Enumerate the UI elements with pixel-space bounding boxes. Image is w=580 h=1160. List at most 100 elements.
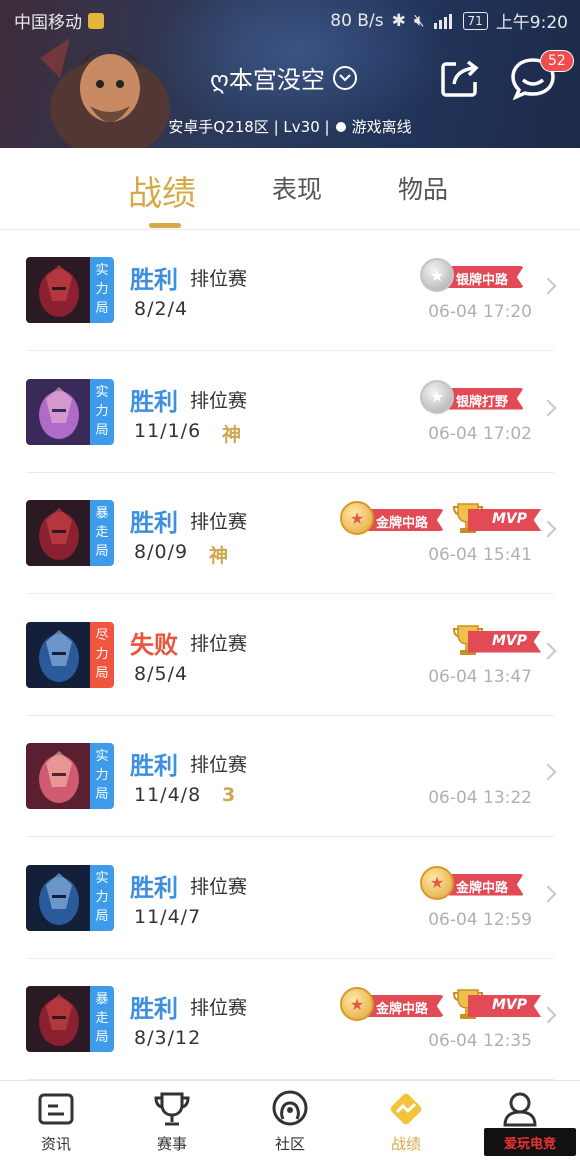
match-kda: 11/4/7	[134, 905, 202, 928]
player-name-switcher[interactable]: ღ本宫没空	[210, 60, 357, 95]
signal-icon	[433, 13, 452, 29]
nav-events-label: 赛事	[156, 1135, 187, 1153]
server-info-line: 安卓手Q218区 | Lv30 | 游戏离线	[0, 116, 580, 137]
news-icon	[38, 1093, 74, 1125]
community-icon	[272, 1090, 308, 1126]
nav-records-label: 战绩	[390, 1135, 421, 1153]
mvp-label: MVP	[468, 509, 542, 531]
match-result: 胜利	[130, 995, 178, 1023]
hero-avatar	[26, 743, 92, 809]
mvp-badge: MVP	[452, 987, 542, 1023]
player-name: ღ本宫没空	[210, 66, 325, 94]
match-list: 实力局胜利 排位赛 8/2/4 银牌中路 ★ 06-04 17:20 实力局胜利 排位…	[0, 230, 580, 1080]
match-datetime: 06-04 17:20	[428, 302, 532, 322]
app-notification-icon	[88, 12, 104, 29]
hero-avatar	[26, 864, 92, 931]
tab-items[interactable]: 物品	[398, 170, 448, 206]
honor-mark: 神	[222, 423, 242, 446]
match-mode-tag: 实力局	[90, 257, 114, 323]
hero-avatar	[26, 257, 92, 323]
nav-news-label: 资讯	[40, 1135, 71, 1153]
honor-mark: 3	[222, 784, 236, 806]
match-mode-tag: 暴走局	[90, 986, 114, 1052]
match-mode-tag: 实力局	[90, 864, 114, 931]
nav-profile[interactable]	[480, 1089, 560, 1133]
match-row[interactable]: 实力局胜利 排位赛 11/4/8 3 06-04 13:22	[0, 716, 580, 837]
profile-header: 中国移动 80 B/s ✱ 🔇︎ 71 上午9:20 ღ本宫没空 52 安卓手Q…	[0, 0, 580, 148]
online-status: 游戏离线	[351, 118, 412, 136]
match-datetime: 06-04 12:35	[428, 1031, 532, 1051]
match-mode-tag: 实力局	[90, 378, 114, 445]
nav-records[interactable]: 战绩	[366, 1089, 446, 1154]
medal-star-icon: ★	[340, 987, 374, 1021]
chevron-right-icon	[539, 399, 557, 416]
match-result: 胜利	[130, 387, 178, 416]
nav-news[interactable]: 资讯	[16, 1089, 96, 1154]
match-kda: 8/3/12	[134, 1027, 202, 1049]
match-datetime: 06-04 13:22	[428, 788, 532, 808]
mvp-badge: MVP	[452, 623, 542, 659]
match-mode-tag: 尽力局	[90, 621, 114, 688]
match-result: 失败	[130, 630, 178, 659]
record-icon	[390, 1093, 422, 1125]
mvp-label: MVP	[468, 630, 542, 653]
hero-avatar	[26, 378, 92, 445]
message-count-badge: 52	[540, 50, 574, 72]
nav-community[interactable]: 社区	[250, 1089, 330, 1154]
hero-avatar	[26, 621, 92, 688]
hero-avatar	[26, 986, 92, 1052]
match-kda: 8/2/4	[134, 298, 189, 320]
gold-medal-badge: 金牌中路 ★	[420, 865, 528, 902]
chevron-right-icon	[539, 763, 557, 781]
tab-bar: 战绩 表现 物品	[0, 148, 580, 230]
clock: 上午9:20	[495, 13, 568, 33]
match-datetime: 06-04 13:47	[428, 666, 532, 687]
bluetooth-icon: ✱	[391, 10, 406, 31]
medal-star-icon: ★	[340, 501, 374, 535]
match-type: 排位赛	[190, 632, 248, 655]
match-result: 胜利	[130, 509, 178, 537]
mvp-label: MVP	[468, 995, 542, 1017]
match-type: 排位赛	[190, 389, 248, 412]
network-speed: 80 B/s	[330, 10, 384, 31]
match-row[interactable]: 实力局胜利 排位赛 8/2/4 银牌中路 ★ 06-04 17:20	[0, 230, 580, 351]
chevron-right-icon	[539, 1006, 557, 1024]
match-type: 排位赛	[190, 997, 248, 1019]
match-type: 排位赛	[190, 511, 248, 533]
tab-records[interactable]: 战绩	[128, 166, 196, 215]
match-kda: 11/1/6	[134, 419, 202, 442]
match-row[interactable]: 实力局胜利 排位赛 11/4/7 金牌中路 ★ 06-04 12:59	[0, 838, 580, 959]
gold-medal-badge: 金牌中路 ★	[340, 987, 448, 1023]
match-type: 排位赛	[190, 754, 248, 776]
match-row[interactable]: 暴走局胜利 排位赛 8/3/12 金牌中路 ★ MVP 06-04 12:35	[0, 959, 580, 1080]
match-datetime: 06-04 12:59	[428, 909, 532, 930]
battery-level: 71	[462, 11, 488, 30]
online-status-dot	[335, 121, 346, 132]
match-datetime: 06-04 17:02	[428, 423, 532, 444]
status-bar: 中国移动 80 B/s ✱ 🔇︎ 71 上午9:20	[0, 0, 580, 40]
match-row[interactable]: 尽力局失败 排位赛 8/5/4 MVP 06-04 13:47	[0, 595, 580, 716]
chevron-down-icon	[332, 65, 357, 90]
share-icon[interactable]	[438, 56, 482, 100]
server-info: 安卓手Q218区 | Lv30 |	[168, 118, 330, 136]
mute-icon: 🔇︎	[413, 10, 425, 31]
profile-icon	[503, 1092, 537, 1127]
match-result: 胜利	[130, 752, 178, 780]
chevron-right-icon	[539, 277, 557, 295]
match-row[interactable]: 实力局胜利 排位赛 11/1/6 神 银牌打野 ★ 06-04 17:02	[0, 352, 580, 473]
gold-medal-badge: 金牌中路 ★	[340, 501, 448, 537]
tab-performance[interactable]: 表现	[272, 170, 322, 206]
chevron-right-icon	[539, 885, 557, 902]
medal-star-icon: ★	[420, 865, 454, 900]
match-mode-tag: 实力局	[90, 743, 114, 809]
hero-avatar	[26, 500, 92, 566]
nav-community-label: 社区	[274, 1135, 305, 1153]
match-row[interactable]: 暴走局胜利 排位赛 8/0/9 神 金牌中路 ★ MVP 06-04 15:41	[0, 473, 580, 594]
nav-events[interactable]: 赛事	[132, 1089, 212, 1154]
mvp-badge: MVP	[452, 501, 542, 537]
match-datetime: 06-04 15:41	[428, 545, 532, 565]
match-type: 排位赛	[190, 268, 248, 290]
silver-medal-badge: 银牌中路 ★	[420, 258, 528, 294]
honor-mark: 神	[209, 545, 229, 567]
trophy-icon	[154, 1092, 190, 1126]
